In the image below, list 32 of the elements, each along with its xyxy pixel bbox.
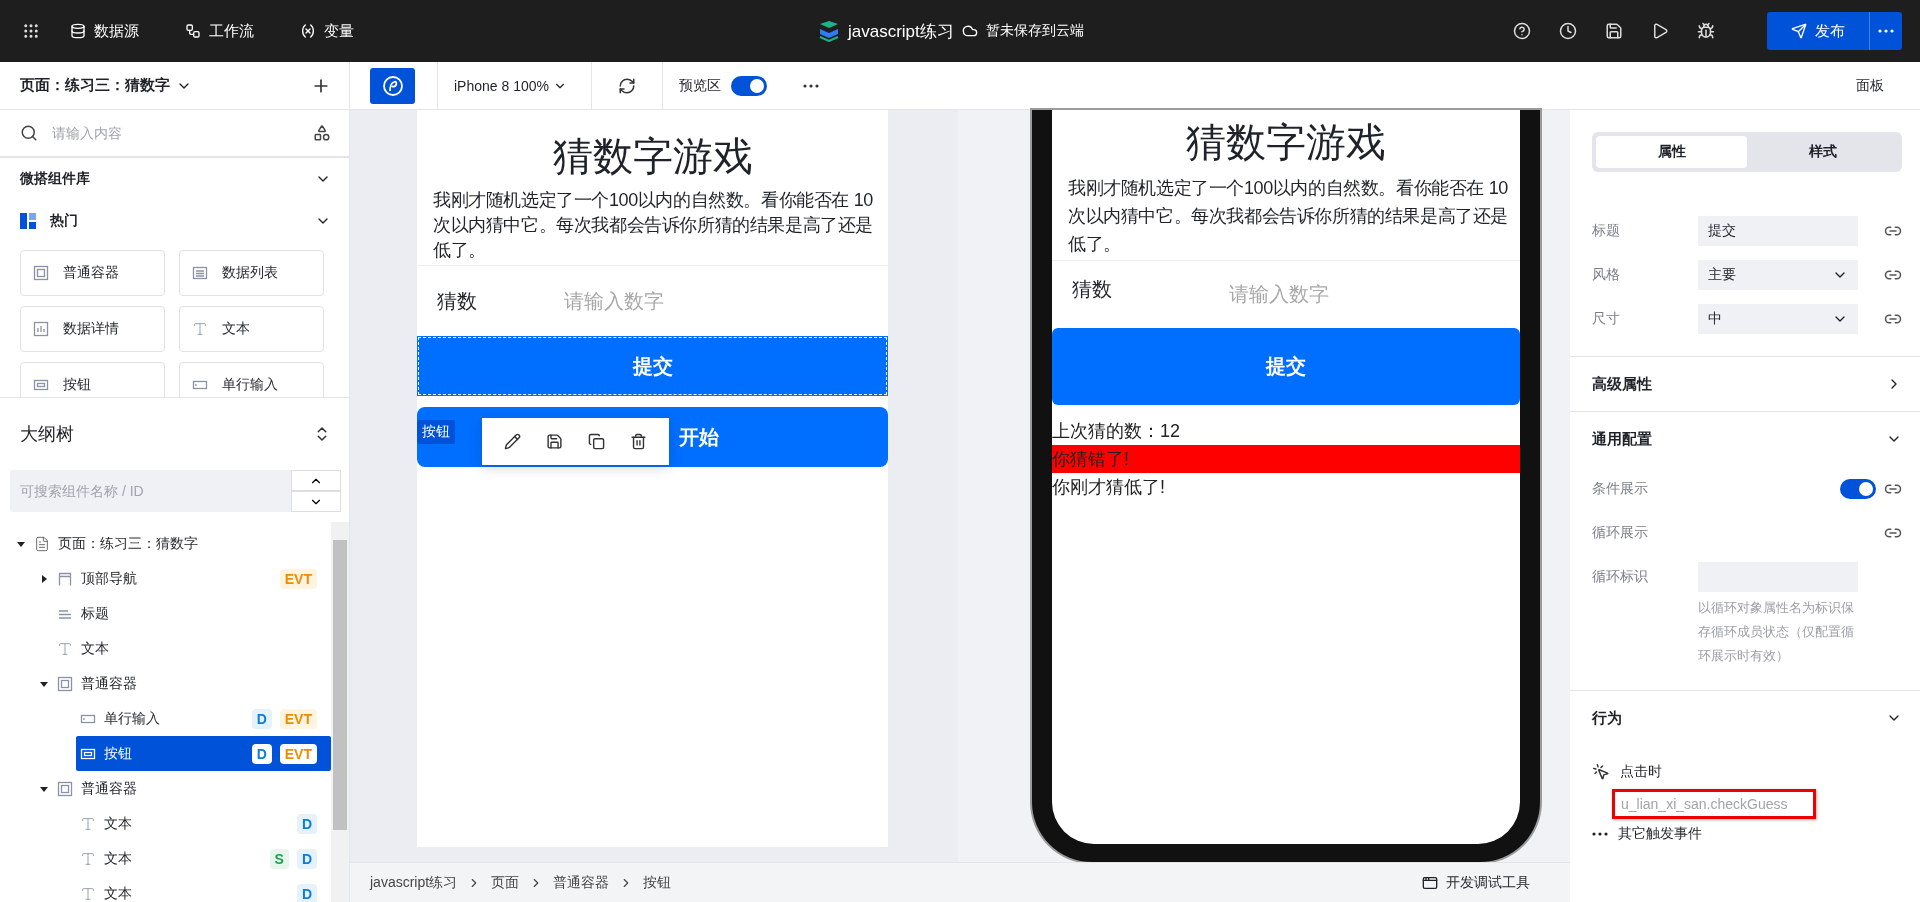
hint-text: 以循环对象属性名为标识保存循环成员状态（仅配置循环展示时有效）	[1698, 599, 1855, 665]
tag: S	[269, 848, 289, 869]
result-text: 你刚才猜低了!	[1052, 476, 1166, 499]
property-label: 循环标识	[1592, 568, 1649, 586]
tag: EVT	[279, 708, 317, 729]
page-title: 猜数字游戏	[1185, 119, 1387, 166]
field-label: 猜数	[1071, 277, 1113, 302]
page-title: 猜数字游戏	[551, 133, 754, 180]
tag: EVT	[279, 568, 317, 589]
save-status: 暂未保存到云端	[985, 22, 1084, 40]
preview-label: 预览区	[678, 76, 721, 95]
property-label: 条件展示	[1592, 480, 1649, 498]
intro-text: 我刚才随机选定了一个100以内的自然数。看你能否在 10 次以内猜中它。每次我都会告诉你所猜的结果是高了还是低了。	[432, 189, 874, 262]
property-label: 标题	[1592, 222, 1621, 240]
intro-text: 我刚才随机选定了一个100以内的自然数。看你能否在 10 次以内猜中它。每次我都会告诉你所猜的结果是高了还是低了。	[1067, 177, 1509, 256]
selection-tag: 按钮	[417, 420, 455, 444]
tag: D	[251, 708, 272, 729]
tag: EVT	[279, 743, 317, 764]
tag: D	[251, 743, 272, 764]
tag: D	[296, 848, 317, 869]
result-text: 上次猜的数：12	[1052, 420, 1182, 443]
tag: D	[296, 813, 317, 834]
property-label: 风格	[1592, 266, 1621, 284]
event-label: 点击时	[1620, 763, 1662, 781]
panel-title: 大纲树	[20, 423, 74, 446]
property-label: 尺寸	[1592, 310, 1621, 328]
project-name: javascript练习	[848, 20, 954, 43]
event-handler: u_lian_xi_san.checkGuess	[1612, 789, 1816, 819]
field-label: 猜数	[436, 288, 478, 314]
tag: D	[296, 883, 317, 902]
result-text: 你猜错了!	[1052, 445, 1520, 473]
property-label: 循环展示	[1592, 524, 1649, 542]
